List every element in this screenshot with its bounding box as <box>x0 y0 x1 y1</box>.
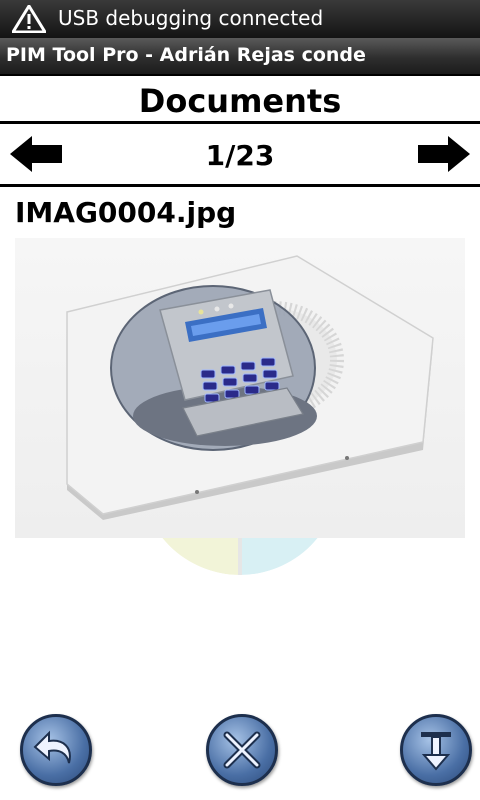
download-button[interactable] <box>400 714 472 786</box>
cancel-tools-icon <box>223 731 261 769</box>
header-divider <box>0 121 480 124</box>
usb-warning-icon <box>12 5 46 33</box>
undo-icon <box>33 730 71 764</box>
arrow-right-icon[interactable] <box>418 136 470 172</box>
action-bar <box>0 700 480 800</box>
document-preview[interactable] <box>15 238 465 538</box>
pager-divider <box>0 184 480 187</box>
page-counter: 1/23 <box>205 139 275 172</box>
cancel-button[interactable] <box>206 714 278 786</box>
status-bar: USB debugging connected <box>0 0 480 38</box>
document-filename: IMAG0004.jpg <box>15 196 237 229</box>
alarm-keypad-photo <box>66 255 434 520</box>
page-title: Documents <box>138 82 342 120</box>
app-title: PIM Tool Pro - Adrián Rejas conde <box>6 44 366 66</box>
page-header: Documents <box>0 76 480 120</box>
status-notification: USB debugging connected <box>58 6 324 30</box>
undo-button[interactable] <box>20 714 92 786</box>
pager: 1/23 <box>0 125 480 185</box>
app-title-bar: PIM Tool Pro - Adrián Rejas conde <box>0 38 480 76</box>
download-icon <box>421 732 451 771</box>
